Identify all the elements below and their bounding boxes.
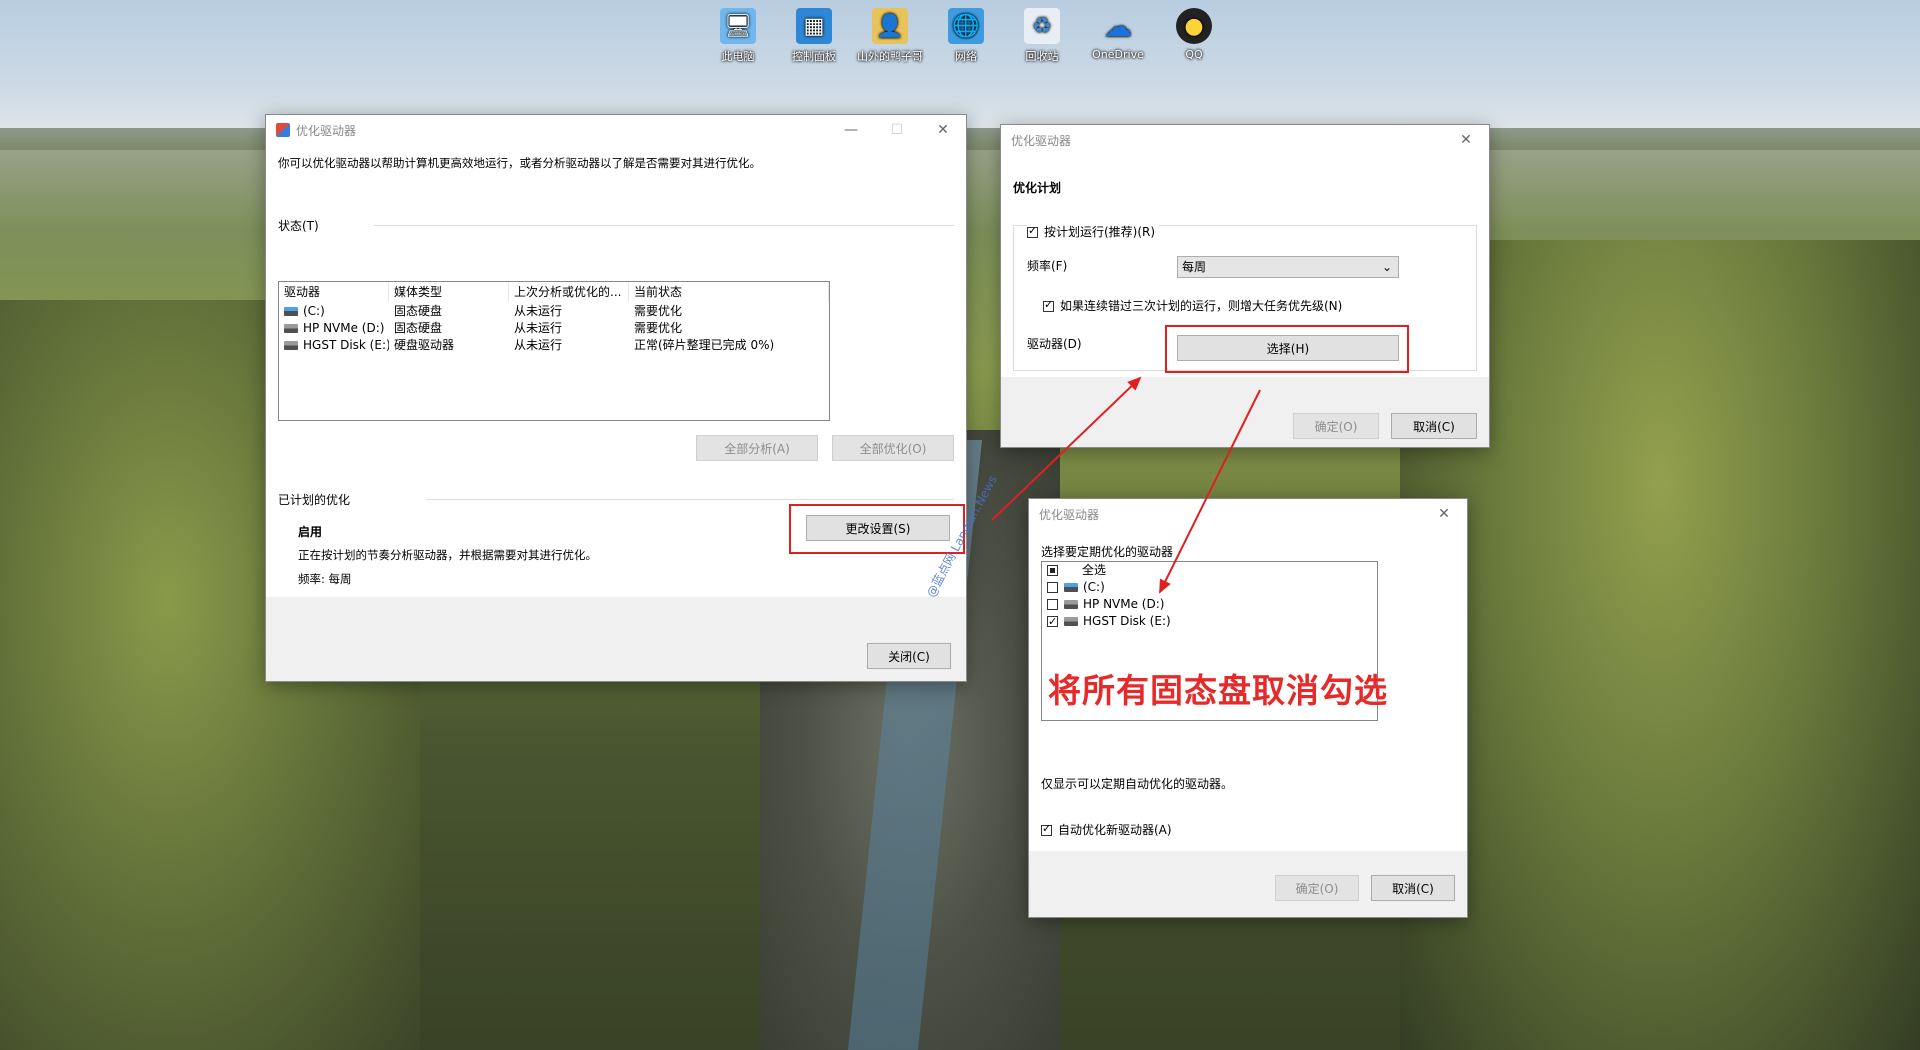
frequency-label: 频率(F) (1027, 259, 1068, 273)
title-bar[interactable]: 优化驱动器 ✕ (1029, 499, 1467, 529)
desktop-icons: 🖥 此电脑 ▦ 控制面板 👤 山外的鸭子哥 🌐 网络 ♻ 回收站 ☁ OneDr… (700, 8, 1232, 64)
status-label: 状态(T) (278, 219, 319, 233)
column-header-status[interactable]: 当前状态 (629, 282, 829, 302)
qq-icon: ● (1176, 8, 1212, 44)
drive-icon (1064, 617, 1078, 626)
column-header-drive[interactable]: 驱动器 (279, 282, 389, 302)
table-header: 驱动器 媒体类型 上次分析或优化的... 当前状态 (279, 282, 829, 303)
table-row[interactable]: HGST Disk (E:) 硬盘驱动器 从未运行 正常(碎片整理已完成 0%) (279, 337, 829, 354)
drive-icon (284, 341, 298, 350)
frequency-select[interactable]: 每周 ⌄ (1177, 256, 1399, 278)
checkbox-icon (1047, 565, 1058, 576)
drive-status-table[interactable]: 驱动器 媒体类型 上次分析或优化的... 当前状态 (C:) 固态硬盘 从未运行… (278, 281, 830, 421)
desktop-icon-recycle-bin[interactable]: ♻ 回收站 (1004, 8, 1080, 64)
drives-note: 仅显示可以定期自动优化的驱动器。 (1041, 777, 1234, 791)
column-header-media[interactable]: 媒体类型 (389, 282, 509, 302)
scheduled-divider (426, 499, 954, 500)
schedule-cancel-button[interactable]: 取消(C) (1391, 413, 1477, 439)
drive-icon (284, 324, 298, 333)
increase-priority-checkbox[interactable]: 如果连续错过三次计划的运行，则增大任务优先级(N) (1043, 297, 1342, 314)
checkbox-icon (1027, 224, 1038, 238)
optimize-drives-window: 优化驱动器 — ☐ ✕ 你可以优化驱动器以帮助计算机更高效地运行，或者分析驱动器… (265, 114, 967, 682)
control-panel-icon: ▦ (796, 8, 832, 44)
system-drive-icon (1064, 583, 1078, 592)
desktop-icon-user-folder[interactable]: 👤 山外的鸭子哥 (852, 8, 928, 64)
title-bar[interactable]: 优化驱动器 — ☐ ✕ (266, 115, 966, 145)
annotation-text: 将所有固态盘取消勾选 (1048, 671, 1388, 710)
list-item[interactable]: HGST Disk (E:) (1042, 613, 1377, 630)
schedule-state: 启用 (298, 525, 323, 539)
close-icon[interactable]: ✕ (1421, 499, 1467, 529)
window-title: 优化驱动器 (296, 123, 357, 138)
checkbox-icon (1047, 582, 1058, 593)
checkbox-icon (1047, 599, 1058, 610)
checkbox-icon (1041, 822, 1052, 836)
maximize-icon: ☐ (890, 122, 904, 138)
checkbox-icon (1047, 613, 1058, 630)
window-title: 优化驱动器 (1039, 507, 1100, 522)
list-item[interactable]: HP NVMe (D:) (1042, 596, 1377, 613)
table-row[interactable]: (C:) 固态硬盘 从未运行 需要优化 (279, 303, 829, 320)
close-button[interactable]: 关闭(C) (867, 643, 951, 669)
footer (266, 627, 966, 681)
network-icon: 🌐 (948, 8, 984, 44)
select-ok-button[interactable]: 确定(O) (1275, 875, 1359, 901)
status-divider (374, 225, 954, 226)
drives-label: 驱动器(D) (1027, 337, 1082, 351)
auto-optimize-new-checkbox[interactable]: 自动优化新驱动器(A) (1041, 821, 1172, 838)
select-prompt: 选择要定期优化的驱动器 (1041, 545, 1174, 559)
highlight-choose-button (1165, 325, 1409, 373)
computer-icon: 🖥 (720, 8, 756, 44)
recycle-bin-icon: ♻ (1024, 8, 1060, 44)
highlight-change-settings (789, 504, 965, 554)
desktop-icon-control-panel[interactable]: ▦ 控制面板 (776, 8, 852, 64)
optimization-schedule-dialog: 优化驱动器 ✕ 优化计划 按计划运行(推荐)(R) 频率(F) 每周 ⌄ 如果连… (1000, 124, 1490, 448)
checkbox-icon (1043, 298, 1054, 312)
schedule-description: 正在按计划的节奏分析驱动器，并根据需要对其进行优化。 (298, 548, 597, 562)
title-bar[interactable]: 优化驱动器 ✕ (1001, 125, 1489, 155)
description-text: 你可以优化驱动器以帮助计算机更高效地运行，或者分析驱动器以了解是否需要对其进行优… (278, 156, 761, 170)
defrag-app-icon (276, 123, 290, 137)
scheduled-optimization-label: 已计划的优化 (278, 493, 351, 507)
desktop-icon-qq[interactable]: ● QQ (1156, 8, 1232, 64)
table-row[interactable]: HP NVMe (D:) 固态硬盘 从未运行 需要优化 (279, 320, 829, 337)
schedule-frequency: 频率: 每周 (298, 572, 352, 586)
desktop-icon-computer[interactable]: 🖥 此电脑 (700, 8, 776, 64)
close-icon[interactable]: ✕ (920, 115, 966, 145)
user-folder-icon: 👤 (872, 8, 908, 44)
column-header-last-run[interactable]: 上次分析或优化的... (509, 282, 629, 302)
run-on-schedule-checkbox[interactable]: 按计划运行(推荐)(R) (1027, 223, 1160, 240)
drive-icon (1064, 600, 1078, 609)
window-title: 优化驱动器 (1011, 133, 1072, 148)
minimize-icon[interactable]: — (828, 115, 874, 145)
analyze-all-button[interactable]: 全部分析(A) (696, 435, 818, 461)
desktop-icon-network[interactable]: 🌐 网络 (928, 8, 1004, 64)
schedule-heading: 优化计划 (1013, 181, 1062, 195)
chevron-down-icon: ⌄ (1381, 260, 1392, 274)
list-item[interactable]: (C:) (1042, 579, 1377, 596)
system-drive-icon (284, 307, 298, 316)
optimize-all-button[interactable]: 全部优化(O) (832, 435, 954, 461)
desktop-icon-onedrive[interactable]: ☁ OneDrive (1080, 8, 1156, 64)
onedrive-icon: ☁ (1104, 9, 1132, 43)
schedule-ok-button[interactable]: 确定(O) (1293, 413, 1379, 439)
select-cancel-button[interactable]: 取消(C) (1371, 875, 1455, 901)
list-item-select-all[interactable]: 全选 (1042, 562, 1377, 579)
close-icon[interactable]: ✕ (1443, 125, 1489, 155)
